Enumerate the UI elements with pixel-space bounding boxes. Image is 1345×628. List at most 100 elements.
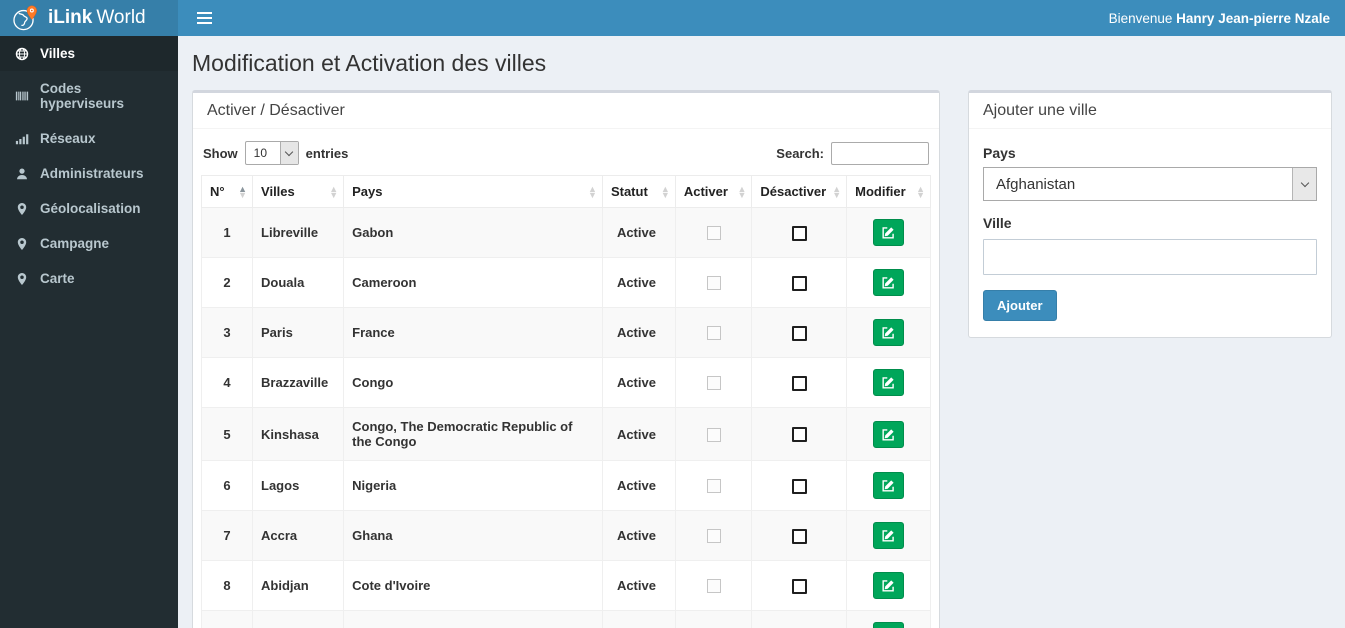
modifier-cell	[846, 407, 931, 461]
search-input[interactable]	[831, 141, 929, 165]
modifier-button[interactable]	[873, 219, 905, 246]
row-number-cell: 5	[200, 407, 254, 461]
column-header-n[interactable]: N° ▲ ▼	[200, 175, 254, 208]
desactiver-checkbox[interactable]	[791, 478, 807, 494]
user-icon	[15, 167, 29, 181]
column-header-label: Désactiver	[760, 184, 827, 199]
column-header-desactiver[interactable]: Désactiver ▲ ▼	[751, 175, 848, 208]
sidebar: Villes Codes hyperviseurs Réseaux Administr…	[0, 36, 178, 628]
top-navbar: iLink World Bienvenue Hanry Jean-pierre N…	[0, 0, 1345, 36]
map-marker-icon	[15, 272, 29, 286]
entries-label: entries	[305, 145, 349, 161]
modifier-button[interactable]	[873, 420, 905, 448]
desactiver-cell	[751, 357, 848, 408]
pays-label: Pays	[983, 145, 1016, 161]
desactiver-checkbox[interactable]	[791, 427, 807, 443]
main-content: Modification et Activation des villes Ac…	[178, 36, 1345, 628]
globe-pin-logo-icon	[12, 5, 39, 32]
column-header-modifier[interactable]: Modifier ▲ ▼	[846, 175, 931, 208]
brand-logo[interactable]: iLink World	[0, 0, 178, 36]
sort-icon: ▲ ▼	[329, 183, 339, 200]
row-number-cell: 6	[200, 460, 254, 511]
activer-checkbox	[706, 376, 721, 391]
pays-cell: France	[343, 307, 603, 358]
column-header-villes[interactable]: Villes ▲ ▼	[252, 175, 345, 208]
column-header-statut[interactable]: Statut ▲ ▼	[601, 175, 676, 208]
activer-cell	[674, 407, 753, 461]
table-row: 3 Paris France Active	[200, 307, 931, 358]
activer-cell	[674, 560, 753, 611]
sidebar-toggle-menu-icon[interactable]	[193, 6, 216, 30]
ajouter-button[interactable]: Ajouter	[983, 290, 1057, 321]
statut-cell: Active	[601, 257, 676, 308]
page-title: Modification et Activation des villes	[192, 50, 547, 76]
edit-icon	[882, 326, 895, 339]
edit-icon	[882, 276, 895, 289]
desactiver-cell	[751, 510, 848, 561]
pays-select[interactable]: Afghanistan	[983, 167, 1317, 201]
sort-icon: ▲ ▼	[660, 183, 670, 200]
sidebar-item-villes[interactable]: Villes	[0, 36, 178, 71]
column-header-label: Modifier	[855, 184, 906, 199]
sidebar-item-administrateurs[interactable]: Administrateurs	[0, 156, 178, 191]
ville-cell: Lagos	[252, 460, 345, 511]
ville-input[interactable]	[983, 239, 1317, 275]
sidebar-item-label: Codes hyperviseurs	[40, 81, 125, 111]
statut-cell: Active	[601, 357, 676, 408]
sidebar-item-codes-hyperviseurs[interactable]: Codes hyperviseurs	[0, 71, 178, 121]
edit-icon	[882, 479, 895, 492]
sort-icon: ▲ ▼	[737, 183, 747, 200]
pays-cell: Gabon	[343, 207, 603, 258]
sidebar-item-label: Campagne	[40, 236, 110, 251]
statut-cell: Active	[601, 610, 676, 628]
barcode-icon	[15, 89, 29, 103]
activer-checkbox	[706, 276, 721, 291]
modifier-cell	[846, 257, 931, 308]
pays-cell: Congo	[343, 357, 603, 408]
modifier-button[interactable]	[873, 319, 905, 346]
show-label: Show	[203, 145, 238, 161]
sidebar-item-carte[interactable]: Carte	[0, 261, 178, 296]
activer-cell	[674, 357, 753, 408]
table-row: 6 Lagos Nigeria Active	[200, 460, 931, 511]
desactiver-checkbox[interactable]	[791, 325, 807, 341]
desactiver-checkbox[interactable]	[791, 375, 807, 391]
row-number-cell: 7	[200, 510, 254, 561]
modifier-button[interactable]	[873, 472, 905, 499]
ville-cell: Accra	[252, 510, 345, 561]
desactiver-checkbox[interactable]	[791, 578, 807, 594]
activer-cell	[674, 207, 753, 258]
modifier-button[interactable]	[873, 622, 905, 628]
cities-table-panel: Activer / Désactiver Show 10 entries Sea…	[192, 90, 940, 628]
row-number-cell: 3	[200, 307, 254, 358]
modifier-button[interactable]	[873, 369, 905, 396]
desactiver-checkbox[interactable]	[791, 275, 807, 291]
ville-label: Ville	[983, 215, 1012, 231]
modifier-button[interactable]	[873, 269, 905, 296]
welcome-user-name: Hanry Jean-pierre Nzale	[1176, 10, 1330, 26]
desactiver-cell	[751, 407, 848, 461]
column-header-activer[interactable]: Activer ▲ ▼	[674, 175, 753, 208]
statut-cell: Active	[601, 207, 676, 258]
map-marker-icon	[15, 202, 29, 216]
sidebar-item-campagne[interactable]: Campagne	[0, 226, 178, 261]
desactiver-checkbox[interactable]	[791, 528, 807, 544]
modifier-button[interactable]	[873, 522, 905, 549]
page-length-select[interactable]: 10	[244, 141, 299, 165]
modifier-button[interactable]	[873, 572, 905, 599]
column-header-pays[interactable]: Pays ▲ ▼	[343, 175, 603, 208]
sidebar-item-geolocalisation[interactable]: Géolocalisation	[0, 191, 178, 226]
statut-cell: Active	[601, 460, 676, 511]
desactiver-cell	[751, 257, 848, 308]
cities-table: N° ▲ ▼ Villes ▲ ▼ Pays ▲ ▼ Statut ▲ ▼ Activer ▲ ▼ Désac…	[200, 175, 931, 628]
table-row: 1 Libreville Gabon Active	[200, 207, 931, 258]
sidebar-menu: Villes Codes hyperviseurs Réseaux Administr…	[0, 36, 178, 296]
sidebar-item-label: Réseaux	[40, 131, 96, 146]
map-marker-icon	[15, 237, 29, 251]
desactiver-cell	[751, 560, 848, 611]
sidebar-item-reseaux[interactable]: Réseaux	[0, 121, 178, 156]
edit-icon	[882, 428, 895, 441]
desactiver-checkbox[interactable]	[791, 225, 807, 241]
modifier-cell	[846, 460, 931, 511]
ville-cell: Brazzaville	[252, 357, 345, 408]
